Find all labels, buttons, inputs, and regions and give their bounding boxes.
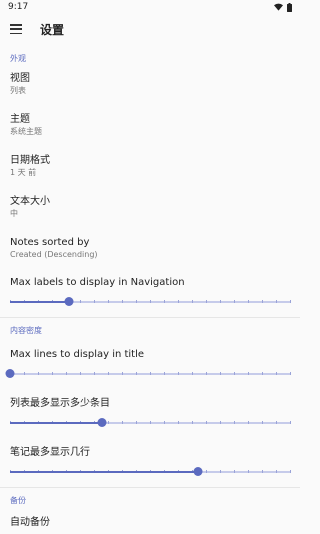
slider-tick — [234, 470, 235, 473]
setting-view[interactable]: 视图 列表 — [0, 72, 300, 113]
slider-tick — [164, 372, 165, 375]
slider-tick — [220, 300, 221, 303]
slider-tick — [276, 470, 277, 473]
slider-tick — [290, 421, 291, 424]
slider-tick — [276, 421, 277, 424]
slider-tick — [234, 421, 235, 424]
status-time: 9:17 — [8, 2, 29, 12]
slider-tick — [108, 372, 109, 375]
slider-tick — [276, 300, 277, 303]
slider-tick — [262, 470, 263, 473]
status-icons — [274, 2, 292, 12]
slider-tick — [248, 300, 249, 303]
slider-tick — [262, 300, 263, 303]
slider-tick — [164, 421, 165, 424]
slider-tick — [136, 372, 137, 375]
divider — [0, 487, 300, 488]
status-bar: 9:17 — [0, 0, 300, 14]
setting-title: Notes sorted by — [10, 237, 90, 248]
slider-tick — [150, 372, 151, 375]
setting-title: 日期格式 — [10, 155, 50, 166]
slider-tick — [122, 421, 123, 424]
setting-value: 1 天 前 — [10, 168, 37, 177]
battery-icon — [287, 2, 292, 12]
setting-text-size[interactable]: 文本大小 中 — [0, 195, 300, 236]
slider-title-list-items: 列表最多显示多少条目 — [10, 398, 110, 409]
slider-tick — [178, 421, 179, 424]
setting-value: 中 — [10, 209, 18, 218]
slider-tick — [220, 372, 221, 375]
slider-thumb[interactable] — [193, 467, 203, 476]
section-header-backup: 备份 — [10, 495, 26, 505]
slider-tick — [206, 421, 207, 424]
slider-tick — [192, 421, 193, 424]
setting-title: 自动备份 — [10, 517, 50, 528]
slider-tick — [164, 300, 165, 303]
setting-notes-sorted[interactable]: Notes sorted by Created (Descending) — [0, 236, 300, 276]
page-title: 设置 — [40, 22, 65, 37]
max-labels-slider[interactable] — [10, 295, 291, 309]
slider-tick — [220, 421, 221, 424]
setting-date-format[interactable]: 日期格式 1 天 前 — [0, 154, 300, 195]
slider-tick — [192, 372, 193, 375]
slider-tick — [248, 372, 249, 375]
slider-tick — [262, 372, 263, 375]
setting-title: 视图 — [10, 73, 30, 84]
setting-title: 文本大小 — [10, 196, 50, 207]
slider-title-max-lines: Max lines to display in title — [10, 349, 145, 360]
slider-tick — [122, 372, 123, 375]
slider-thumb[interactable] — [64, 297, 74, 306]
wifi-icon — [274, 3, 283, 11]
slider-tick — [94, 300, 95, 303]
section-header-appearance: 外观 — [10, 53, 26, 63]
section-header-density: 内容密度 — [10, 325, 42, 335]
menu-icon[interactable] — [10, 24, 22, 34]
slider-tick — [276, 372, 277, 375]
slider-tick — [290, 372, 291, 375]
slider-tick — [80, 300, 81, 303]
app-bar: 设置 — [0, 14, 300, 44]
slider-tick — [248, 421, 249, 424]
slider-tick — [234, 300, 235, 303]
setting-title: 主题 — [10, 114, 30, 125]
setting-value: Created (Descending) — [10, 250, 98, 259]
slider-tick — [206, 470, 207, 473]
slider-thumb[interactable] — [97, 418, 107, 427]
slider-tick — [150, 300, 151, 303]
slider-tick — [80, 372, 81, 375]
slider-tick — [108, 300, 109, 303]
slider-tick — [136, 421, 137, 424]
list-items-slider[interactable] — [10, 416, 291, 430]
slider-tick — [206, 300, 207, 303]
slider-tick — [38, 372, 39, 375]
slider-tick — [66, 372, 67, 375]
slider-tick — [206, 372, 207, 375]
slider-tick — [122, 300, 123, 303]
note-lines-slider[interactable] — [10, 465, 291, 479]
slider-tick — [290, 300, 291, 303]
slider-tick — [150, 421, 151, 424]
setting-theme[interactable]: 主题 系统主题 — [0, 113, 300, 154]
setting-value: 列表 — [10, 86, 26, 95]
slider-tick — [136, 300, 137, 303]
slider-tick — [262, 421, 263, 424]
slider-tick — [52, 372, 53, 375]
slider-title-max-labels: Max labels to display in Navigation — [10, 277, 185, 288]
slider-thumb[interactable] — [5, 369, 15, 378]
divider — [0, 317, 300, 318]
slider-tick — [248, 470, 249, 473]
slider-tick — [220, 470, 221, 473]
slider-tick — [178, 300, 179, 303]
slider-title-note-lines: 笔记最多显示几行 — [10, 447, 90, 458]
slider-tick — [234, 372, 235, 375]
slider-tick — [108, 421, 109, 424]
setting-value: 系统主题 — [10, 127, 42, 136]
slider-tick — [24, 372, 25, 375]
slider-tick — [178, 372, 179, 375]
slider-tick — [290, 470, 291, 473]
setting-auto-backup[interactable]: 自动备份 — [0, 516, 300, 529]
max-lines-slider[interactable] — [5, 367, 291, 381]
slider-tick — [94, 372, 95, 375]
slider-tick — [192, 300, 193, 303]
